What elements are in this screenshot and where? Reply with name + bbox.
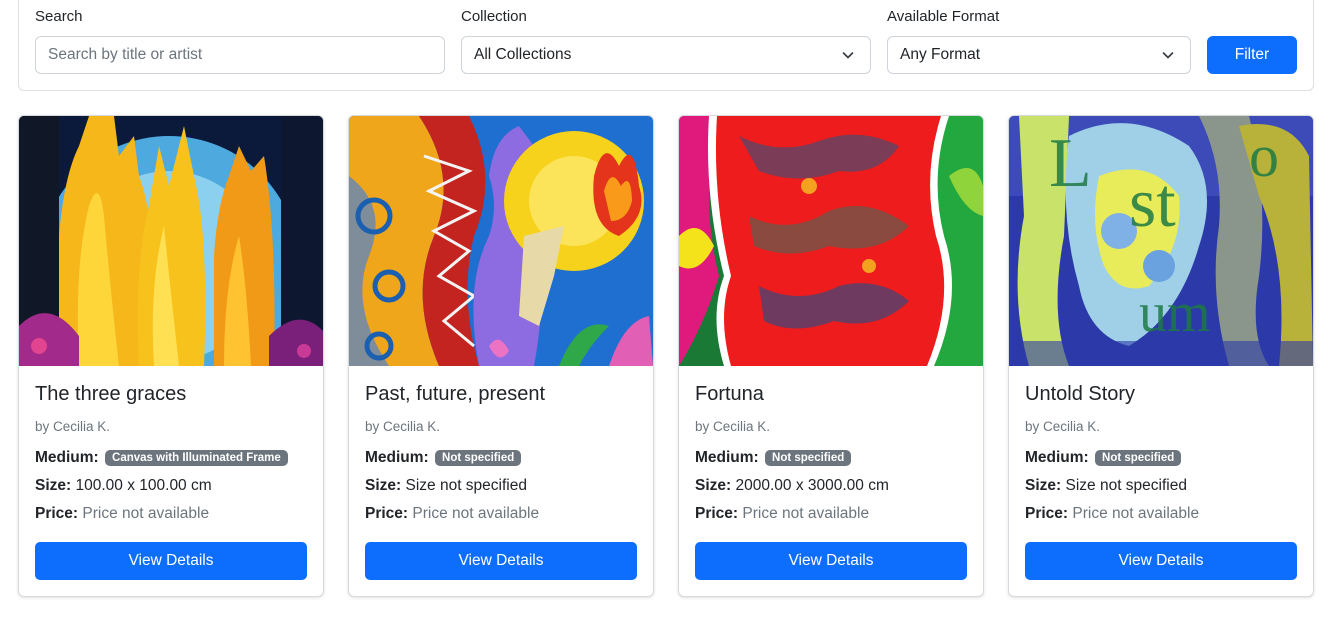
view-details-button[interactable]: View Details [695,542,967,580]
artwork-artist: by Cecilia K. [1025,419,1101,434]
artwork-card: Past, future, present by Cecilia K. Medi… [348,115,654,597]
price-label: Price: [695,505,739,522]
medium-badge: Not specified [435,450,522,466]
artwork-image-past-future-present[interactable] [349,116,653,366]
format-selected-value: Any Format [900,46,981,63]
size-row: Size: 100.00 x 100.00 cm [35,477,212,495]
price-value: Price not available [1072,505,1200,522]
price-row: Price: Price not available [35,505,209,523]
collection-label: Collection [461,8,527,25]
artwork-title: Untold Story [1025,383,1136,405]
size-value: Size not specified [405,477,528,494]
price-label: Price: [1025,505,1069,522]
medium-badge: Canvas with Illuminated Frame [105,450,288,466]
view-details-button[interactable]: View Details [365,542,637,580]
size-label: Size: [35,477,72,494]
medium-badge: Not specified [1095,450,1182,466]
chevron-down-icon [842,52,854,59]
size-value: 2000.00 x 3000.00 cm [735,477,889,494]
price-value: Price not available [412,505,540,522]
price-value: Price not available [742,505,870,522]
view-details-button[interactable]: View Details [1025,542,1297,580]
medium-row: Medium: Not specified [695,449,852,467]
svg-text:o: o [1249,123,1279,189]
search-placeholder: Search by title or artist [48,46,203,63]
medium-row: Medium: Not specified [1025,449,1182,467]
collection-select[interactable]: All Collections [461,36,871,74]
medium-label: Medium: [1025,449,1089,466]
search-label: Search [35,8,83,25]
size-row: Size: Size not specified [365,477,527,495]
artwork-card: Fortuna by Cecilia K. Medium: Not specif… [678,115,984,597]
artwork-artist: by Cecilia K. [695,419,771,434]
artwork-card: The three graces by Cecilia K. Medium: C… [18,115,324,597]
size-value: 100.00 x 100.00 cm [75,477,212,494]
price-label: Price: [35,505,79,522]
price-label: Price: [365,505,409,522]
size-value: Size not specified [1065,477,1188,494]
collection-selected-value: All Collections [474,46,572,63]
filter-button[interactable]: Filter [1207,36,1297,74]
size-label: Size: [365,477,402,494]
price-row: Price: Price not available [1025,505,1199,523]
format-label: Available Format [887,8,1000,25]
search-input[interactable]: Search by title or artist [35,36,445,74]
svg-text:um: um [1139,282,1211,344]
svg-text:st: st [1129,165,1176,242]
artwork-image-fortuna[interactable] [679,116,983,366]
filter-panel: Search Search by title or artist Collect… [18,0,1314,91]
price-value: Price not available [82,505,210,522]
chevron-down-icon [1162,52,1174,59]
artwork-title: The three graces [35,383,187,405]
artwork-title: Past, future, present [365,383,546,405]
artwork-title: Fortuna [695,383,764,405]
view-details-button[interactable]: View Details [35,542,307,580]
size-row: Size: Size not specified [1025,477,1187,495]
medium-label: Medium: [695,449,759,466]
artwork-artist: by Cecilia K. [365,419,441,434]
svg-text:L: L [1049,125,1092,202]
price-row: Price: Price not available [365,505,539,523]
size-label: Size: [1025,477,1062,494]
format-select[interactable]: Any Format [887,36,1191,74]
medium-row: Medium: Canvas with Illuminated Frame [35,449,288,467]
medium-label: Medium: [365,449,429,466]
artwork-image-the-three-graces[interactable] [19,116,323,366]
medium-label: Medium: [35,449,99,466]
artwork-artist: by Cecilia K. [35,419,111,434]
medium-row: Medium: Not specified [365,449,522,467]
size-row: Size: 2000.00 x 3000.00 cm [695,477,889,495]
artwork-card: L st o um Untold Story by Cecilia K. Med… [1008,115,1314,597]
artwork-image-untold-story[interactable]: L st o um [1009,116,1313,366]
medium-badge: Not specified [765,450,852,466]
price-row: Price: Price not available [695,505,869,523]
size-label: Size: [695,477,732,494]
